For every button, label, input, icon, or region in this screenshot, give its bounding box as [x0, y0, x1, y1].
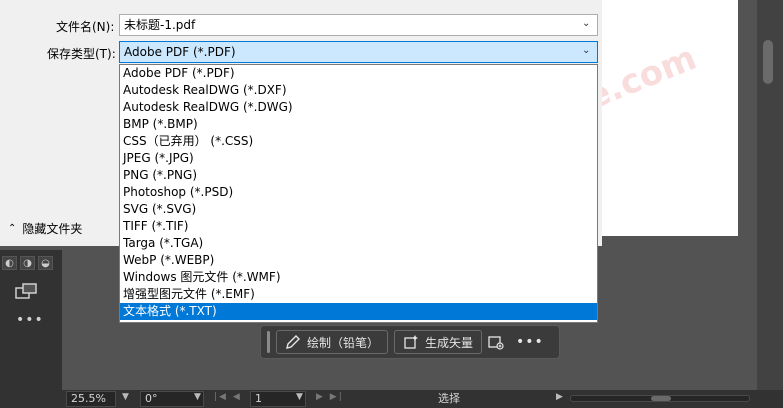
- filetype-option[interactable]: Autodesk RealDWG (*.DWG): [120, 99, 597, 116]
- hide-folders-label: 隐藏文件夹: [22, 222, 83, 236]
- filename-value: 未标题-1.pdf: [124, 18, 196, 32]
- filetype-option[interactable]: 增强型图元文件 (*.EMF): [120, 286, 597, 303]
- status-bar: 25.5% ▼ 0° ▼ |◀ ◀ 1 ▼ ▶ ▶| 选择 ▶: [0, 390, 783, 408]
- contextual-task-bar: 绘制（铅笔） 生成矢量 •••: [260, 325, 560, 359]
- chevron-down-icon[interactable]: ⌄: [582, 46, 592, 56]
- generate-vector-button[interactable]: 生成矢量: [394, 330, 483, 354]
- filetype-dropdown-list: Adobe PDF (*.PDF) Autodesk RealDWG (*.DX…: [119, 64, 598, 323]
- screen-mode-icon[interactable]: [14, 282, 38, 302]
- chevron-down-icon[interactable]: ▼: [194, 392, 201, 402]
- filetype-option-highlighted[interactable]: 文本格式 (*.TXT): [120, 303, 597, 320]
- first-prev-artboard-icon[interactable]: |◀ ◀: [214, 392, 242, 402]
- filetype-label: 保存类型(T):: [47, 47, 116, 61]
- fill-stroke-icon[interactable]: ◐: [2, 256, 17, 270]
- vertical-scrollbar-thumb[interactable]: [763, 40, 773, 84]
- generate-vector-label: 生成矢量: [425, 335, 474, 350]
- filetype-option[interactable]: Targa (*.TGA): [120, 235, 597, 252]
- next-last-artboard-icon[interactable]: ▶ ▶|: [316, 392, 344, 402]
- filetype-option[interactable]: Windows 图元文件 (*.WMF): [120, 269, 597, 286]
- horizontal-scrollbar[interactable]: [570, 395, 750, 402]
- chevron-down-icon[interactable]: ⌄: [582, 19, 592, 29]
- filename-input[interactable]: 未标题-1.pdf ⌄: [119, 14, 598, 36]
- filetype-option[interactable]: JPEG (*.JPG): [120, 150, 597, 167]
- filetype-option[interactable]: PNG (*.PNG): [120, 167, 597, 184]
- horizontal-scrollbar-thumb[interactable]: [651, 396, 671, 401]
- filetype-value: Adobe PDF (*.PDF): [124, 45, 236, 59]
- filetype-option[interactable]: SVG (*.SVG): [120, 201, 597, 218]
- more-tools-icon[interactable]: •••: [16, 312, 44, 328]
- current-tool-label: 选择: [438, 392, 460, 405]
- play-icon[interactable]: ▶: [556, 392, 563, 402]
- image-add-icon[interactable]: [488, 334, 504, 350]
- draw-pencil-label: 绘制（铅笔）: [307, 335, 380, 350]
- filetype-option[interactable]: Photoshop (*.PSD): [120, 184, 597, 201]
- more-options-icon[interactable]: •••: [510, 334, 544, 350]
- filetype-option[interactable]: Adobe PDF (*.PDF): [120, 65, 597, 82]
- chevron-down-icon[interactable]: ▼: [122, 392, 129, 402]
- filetype-select[interactable]: Adobe PDF (*.PDF) ⌄: [119, 41, 598, 63]
- filetype-option[interactable]: BMP (*.BMP): [120, 116, 597, 133]
- default-color-icon[interactable]: ◒: [38, 256, 53, 270]
- filetype-option[interactable]: WebP (*.WEBP): [120, 252, 597, 269]
- filetype-option[interactable]: Autodesk RealDWG (*.DXF): [120, 82, 597, 99]
- hide-folders-toggle[interactable]: ⌃ 隐藏文件夹: [8, 220, 82, 237]
- filetype-option[interactable]: TIFF (*.TIF): [120, 218, 597, 235]
- pencil-icon: [285, 334, 301, 350]
- draw-pencil-button[interactable]: 绘制（铅笔）: [276, 330, 389, 354]
- sparkle-vector-icon: [403, 334, 419, 350]
- swap-color-icon[interactable]: ◑: [20, 256, 35, 270]
- filetype-option[interactable]: CSS（已弃用） (*.CSS): [120, 133, 597, 150]
- drag-handle[interactable]: [267, 331, 270, 353]
- chevron-down-icon[interactable]: ▼: [296, 392, 303, 402]
- filename-label: 文件名(N):: [56, 20, 115, 34]
- artboard[interactable]: [598, 0, 738, 236]
- chevron-up-icon: ⌃: [8, 223, 17, 234]
- toolbar-mini-row: ◐ ◑ ◒: [0, 256, 53, 270]
- zoom-field[interactable]: 25.5%: [66, 391, 116, 407]
